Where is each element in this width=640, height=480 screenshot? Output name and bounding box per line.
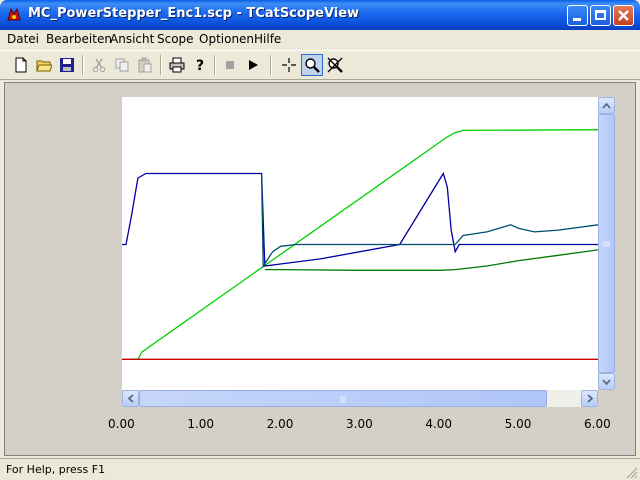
play-icon[interactable] [242, 54, 264, 76]
x-tick-label: 3.00 [346, 417, 373, 431]
toolbar-separator [270, 55, 272, 75]
toolbar-separator [82, 55, 84, 75]
tcat-icon[interactable] [5, 6, 23, 24]
menu-scope[interactable]: Scope [157, 32, 194, 46]
menu-datei[interactable]: Datei [7, 32, 39, 46]
trace-line-1 [122, 171, 598, 267]
x-tick-label: 0.00 [108, 417, 135, 431]
status-text: For Help, press F1 [6, 463, 106, 476]
zoom-icon[interactable] [301, 54, 323, 76]
menu-optionen[interactable]: Optionen [199, 32, 254, 46]
save-icon[interactable] [56, 54, 78, 76]
menu-bearbeiten[interactable]: Bearbeiten [46, 32, 112, 46]
minimize-icon[interactable] [567, 5, 588, 26]
scroll-right-icon[interactable] [581, 390, 598, 407]
menu-ansicht[interactable]: Ansicht [110, 32, 154, 46]
stop-icon[interactable] [219, 54, 241, 76]
cut-icon[interactable] [88, 54, 110, 76]
paste-icon[interactable] [134, 54, 156, 76]
x-tick-label: 4.00 [425, 417, 453, 431]
x-tick-label: 5.00 [504, 417, 532, 431]
print-icon[interactable] [166, 54, 188, 76]
scroll-up-icon[interactable] [598, 97, 615, 114]
copy-icon[interactable] [111, 54, 133, 76]
svg-text:?: ? [196, 58, 204, 73]
window-title: MC_PowerStepper_Enc1.scp - TCatScopeView [28, 6, 360, 21]
help-icon[interactable]: ? [189, 54, 211, 76]
open-folder-icon[interactable] [33, 54, 55, 76]
x-tick-label: 6.00 [584, 417, 611, 431]
close-icon[interactable] [613, 5, 634, 26]
horizontal-scroll-thumb[interactable] [139, 390, 547, 407]
plot-area[interactable] [122, 97, 599, 407]
status-bar: For Help, press F1 [0, 458, 640, 480]
x-tick-label: 1.00 [187, 417, 215, 431]
trace-line-2 [260, 173, 599, 269]
vertical-scroll-thumb[interactable] [598, 114, 615, 373]
crosshair-icon[interactable] [278, 54, 300, 76]
no-zoom-icon[interactable] [324, 54, 346, 76]
x-tick-label: 2.00 [266, 417, 294, 431]
toolbar-separator [214, 55, 216, 75]
vertical-scrollbar[interactable] [598, 97, 615, 390]
chart-canvas [122, 129, 599, 360]
menu-bar: Datei Bearbeiten Ansicht Scope Optionen … [0, 30, 640, 50]
toolbar: ? [0, 50, 640, 80]
toolbar-separator [160, 55, 162, 75]
scope-window: MC_PowerStepper_Enc1.scp - TCatScopeView… [0, 0, 640, 480]
new-file-icon[interactable] [10, 54, 32, 76]
scroll-down-icon[interactable] [598, 373, 615, 390]
title-bar[interactable]: MC_PowerStepper_Enc1.scp - TCatScopeView [0, 0, 640, 30]
resize-grip-icon[interactable] [626, 467, 638, 479]
scroll-left-icon[interactable] [122, 390, 139, 407]
maximize-icon[interactable] [590, 5, 611, 26]
menu-hilfe[interactable]: Hilfe [254, 32, 281, 46]
horizontal-scrollbar[interactable] [122, 390, 598, 407]
